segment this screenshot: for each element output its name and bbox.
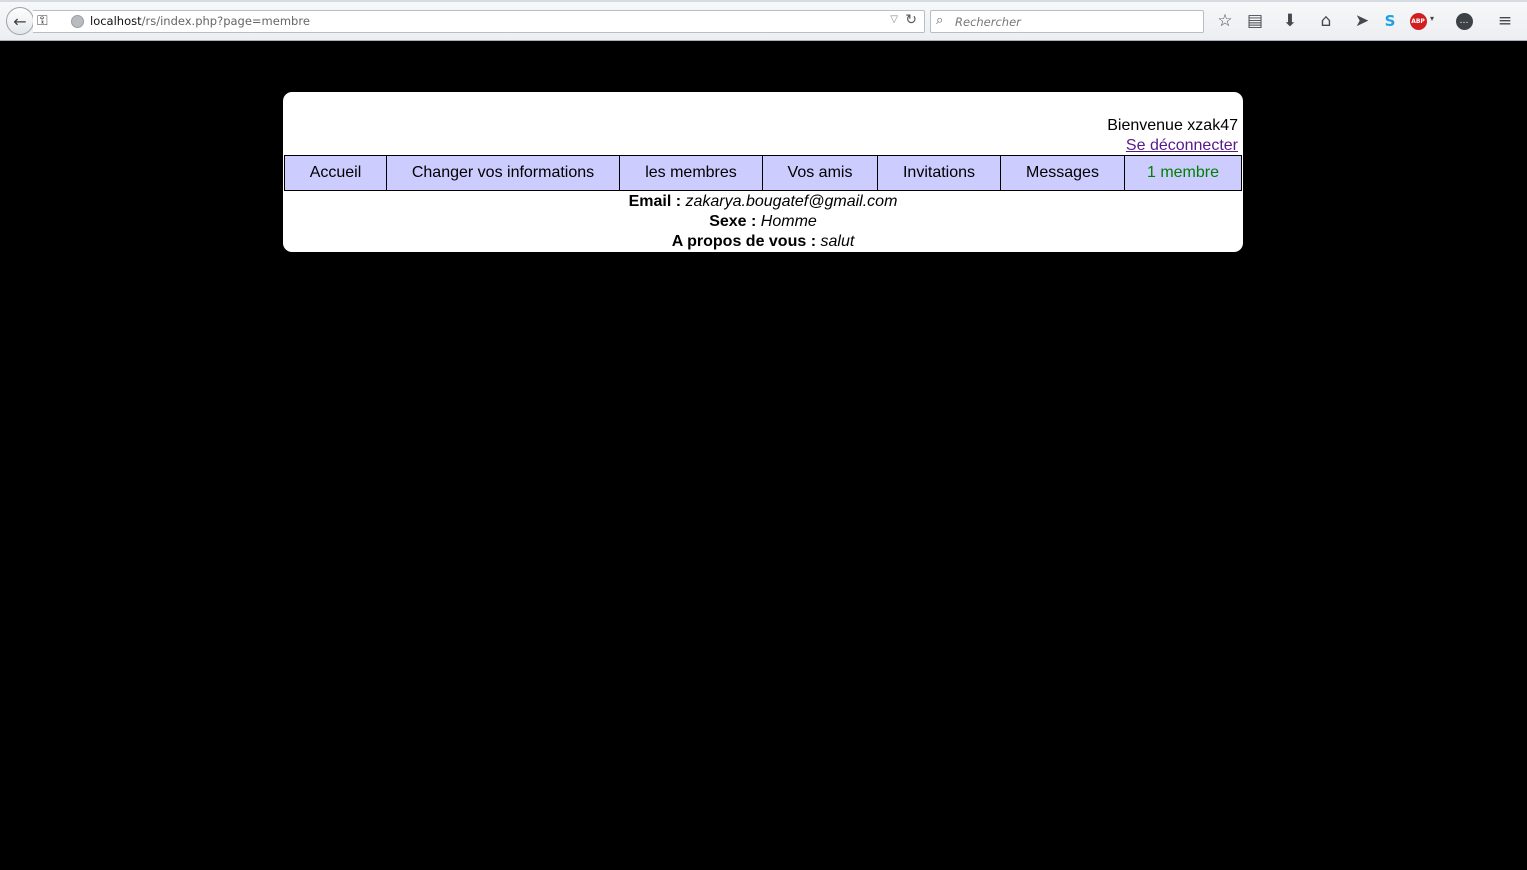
home-icon[interactable]: ⌂ <box>1315 10 1337 32</box>
email-row: Email : zakarya.bougatef@gmail.com <box>283 192 1243 212</box>
sex-value: Homme <box>760 213 817 230</box>
search-icon: ⌕ <box>936 13 944 28</box>
url-text[interactable]: localhost/rs/index.php?page=membre <box>90 14 310 28</box>
sex-row: Sexe : Homme <box>283 212 1243 232</box>
url-host: localhost <box>90 14 142 28</box>
browser-toolbar: ← ⚿ localhost/rs/index.php?page=membre ▽… <box>0 0 1527 41</box>
nav-accueil[interactable]: Accueil <box>285 156 387 190</box>
url-path: /rs/index.php?page=membre <box>141 14 310 28</box>
logout-link[interactable]: Se déconnecter <box>1126 137 1238 154</box>
search-bar[interactable]: ⌕ <box>930 10 1204 33</box>
nav-vos-amis[interactable]: Vos amis <box>763 156 878 190</box>
skype-icon[interactable]: S <box>1379 10 1401 32</box>
nav-messages[interactable]: Messages <box>1001 156 1125 190</box>
welcome-block: Bienvenue xzak47 Se déconnecter <box>1107 116 1238 156</box>
email-value: zakarya.bougatef@gmail.com <box>685 193 898 210</box>
back-button[interactable]: ← <box>6 7 34 35</box>
profile-info: Email : zakarya.bougatef@gmail.com Sexe … <box>283 192 1243 252</box>
search-input[interactable] <box>955 13 1195 30</box>
globe-icon <box>71 15 84 28</box>
content-panel: Bienvenue xzak47 Se déconnecter Accueil … <box>283 92 1243 252</box>
adblock-plus-button[interactable]: ABP <box>1407 10 1429 32</box>
about-label: A propos de vous : <box>671 233 817 250</box>
chat-icon: … <box>1455 12 1473 30</box>
reload-icon[interactable]: ↻ <box>905 12 917 28</box>
back-arrow-icon: ← <box>13 11 27 31</box>
about-value: salut <box>820 233 855 250</box>
reading-list-icon[interactable]: ▤ <box>1244 10 1266 32</box>
sex-label: Sexe : <box>709 213 757 230</box>
tab-strip-edge <box>0 0 1527 2</box>
about-row: A propos de vous : salut <box>283 232 1243 252</box>
email-label: Email : <box>628 193 682 210</box>
send-icon[interactable]: ➤ <box>1351 10 1373 32</box>
download-icon[interactable]: ⬇ <box>1279 10 1301 32</box>
history-dropdown-icon[interactable]: ▽ <box>890 14 898 25</box>
nav-invitations[interactable]: Invitations <box>878 156 1001 190</box>
menu-icon[interactable]: ≡ <box>1494 10 1516 32</box>
bookmark-star-icon[interactable]: ☆ <box>1214 10 1236 32</box>
main-nav: Accueil Changer vos informations les mem… <box>284 155 1242 191</box>
adblock-plus-icon: ABP <box>1409 12 1427 30</box>
nav-changer-informations[interactable]: Changer vos informations <box>387 156 620 190</box>
nav-online-members[interactable]: 1 membre <box>1125 156 1241 190</box>
adblock-dropdown-icon[interactable]: ▾ <box>1430 14 1434 23</box>
url-bar[interactable]: ⚿ localhost/rs/index.php?page=membre ▽ ↻ <box>33 10 925 33</box>
site-identity-key-icon[interactable]: ⚿ <box>37 13 48 29</box>
chat-button[interactable]: … <box>1453 10 1475 32</box>
welcome-text: Bienvenue xzak47 <box>1107 117 1238 134</box>
nav-les-membres[interactable]: les membres <box>620 156 763 190</box>
